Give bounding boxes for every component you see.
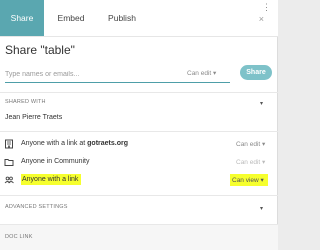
doc-link-label: DOC LINK [5, 234, 33, 240]
advanced-settings-toggle[interactable]: ADVANCED SETTINGS [5, 204, 68, 210]
chevron-down-icon[interactable]: ▾ [260, 100, 263, 107]
tab-embed[interactable]: Embed [48, 0, 94, 36]
tab-bar: Share Embed Publish ⋮ × [0, 0, 278, 37]
chevron-down-icon[interactable]: ▾ [260, 205, 263, 212]
divider [0, 224, 278, 225]
shared-with-label: SHARED WITH [5, 99, 46, 105]
divider [0, 195, 278, 196]
page-title: Share "table" [5, 43, 75, 57]
close-icon[interactable]: × [259, 14, 264, 24]
share-button[interactable]: Share [240, 65, 272, 80]
access-row-text: Anyone with a link at [21, 140, 88, 147]
more-options-icon[interactable]: ⋮ [262, 3, 271, 12]
anyone-link-permission-dropdown[interactable]: Can view ▾ [230, 174, 268, 186]
people-icon [4, 176, 14, 184]
building-icon [5, 139, 13, 149]
divider [0, 92, 278, 93]
divider [0, 131, 278, 132]
domain-link-permission-dropdown[interactable]: Can edit ▾ [236, 140, 265, 148]
access-row-anyone-link: Anyone with a link [21, 174, 82, 185]
invite-permission-dropdown[interactable]: Can edit ▾ [187, 69, 216, 77]
community-permission-dropdown[interactable]: Can edit ▾ [236, 158, 265, 166]
folder-icon [4, 159, 14, 166]
access-row-domain: gotraets.org [87, 140, 128, 147]
tab-share[interactable]: Share [0, 0, 44, 36]
shared-person-name: Jean Pierre Traets [5, 114, 63, 121]
tab-publish[interactable]: Publish [99, 0, 145, 36]
access-row-community: Anyone in Community [21, 158, 90, 165]
doc-link-section [0, 224, 278, 250]
access-row-domain-link: Anyone with a link at gotraets.org [21, 140, 128, 147]
share-panel: Share Embed Publish ⋮ × Share "table" Ca… [0, 0, 278, 250]
